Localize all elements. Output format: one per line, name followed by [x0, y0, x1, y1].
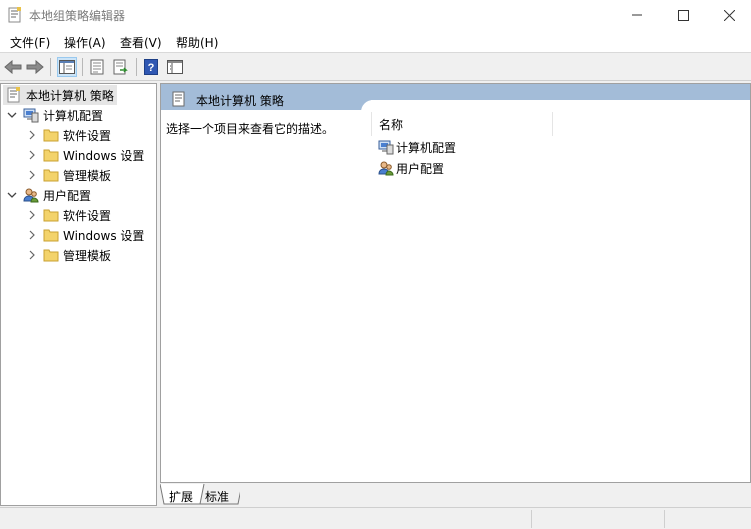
tree-node-label: Windows 设置	[63, 228, 145, 243]
column-divider[interactable]	[552, 112, 553, 136]
tab-extended[interactable]: 扩展	[169, 486, 193, 506]
title-bar: 本地组策略编辑器	[0, 0, 751, 30]
chevron-down-icon[interactable]	[7, 110, 17, 120]
forward-arrow-icon	[26, 60, 44, 74]
folder-icon	[43, 249, 59, 262]
status-divider	[531, 510, 532, 528]
users-icon	[378, 161, 394, 176]
column-divider	[371, 112, 372, 136]
chevron-right-icon[interactable]	[27, 130, 37, 140]
toolbar-separator	[50, 58, 51, 76]
folder-icon	[43, 149, 59, 162]
tree-root-local-policy[interactable]: 本地计算机 策略	[3, 85, 117, 105]
folder-icon	[43, 169, 59, 182]
menu-action[interactable]: 操作(A)	[64, 34, 106, 51]
chevron-down-icon[interactable]	[7, 190, 17, 200]
list-item-user-config[interactable]: 用户配置	[378, 158, 444, 178]
folder-icon	[43, 129, 59, 142]
list-item-label: 用户配置	[396, 161, 445, 176]
properties-icon	[90, 59, 104, 75]
details-pane: 本地计算机 策略 选择一个项目来查看它的描述。 名称 计算机配置 用户配置	[160, 83, 751, 483]
minimize-button[interactable]	[614, 0, 660, 30]
tree-node-label: 软件设置	[63, 208, 112, 223]
show-tree-icon	[59, 60, 75, 74]
tree-node-label: 用户配置	[43, 188, 92, 203]
tab-standard[interactable]: 标准	[205, 486, 229, 506]
console-tree: 本地计算机 策略 计算机配置 软件设置 Windows 设置 管理模板 用户配置…	[0, 83, 157, 506]
close-icon	[723, 9, 735, 21]
export-list-icon	[113, 59, 128, 75]
description-text: 选择一个项目来查看它的描述。	[166, 122, 335, 136]
users-icon	[23, 188, 39, 203]
window-title: 本地组策略编辑器	[29, 9, 126, 23]
tree-node-label: 管理模板	[63, 248, 112, 263]
tree-node-software-settings[interactable]: 软件设置	[27, 125, 111, 145]
status-divider	[664, 510, 665, 528]
menu-help[interactable]: 帮助(H)	[176, 34, 218, 51]
show-hide-tree-button[interactable]	[57, 57, 77, 77]
policy-document-icon	[172, 91, 185, 107]
tree-node-windows-settings[interactable]: Windows 设置	[27, 225, 144, 245]
tree-node-admin-templates[interactable]: 管理模板	[27, 165, 111, 185]
menu-bar: 文件(F) 操作(A) 查看(V) 帮助(H)	[0, 30, 751, 53]
menu-file[interactable]: 文件(F)	[10, 34, 50, 51]
list-item-computer-config[interactable]: 计算机配置	[378, 137, 456, 157]
folder-icon	[43, 209, 59, 222]
close-button[interactable]	[706, 0, 751, 30]
tree-node-windows-settings[interactable]: Windows 设置	[27, 145, 144, 165]
console-icon	[167, 60, 183, 74]
status-bar	[0, 507, 751, 529]
tree-node-label: 软件设置	[63, 128, 112, 143]
export-list-button[interactable]	[111, 57, 131, 77]
tree-node-admin-templates[interactable]: 管理模板	[27, 245, 111, 265]
column-header-name[interactable]: 名称	[379, 116, 403, 133]
tree-node-label: 管理模板	[63, 168, 112, 183]
maximize-icon	[677, 9, 689, 21]
toolbar-separator	[136, 58, 137, 76]
toolbar: ?	[0, 54, 751, 81]
details-header-curve	[361, 100, 391, 112]
help-button[interactable]: ?	[141, 57, 161, 77]
policy-document-icon	[7, 87, 20, 103]
help-icon: ?	[144, 59, 158, 75]
back-button[interactable]	[3, 57, 23, 77]
maximize-button[interactable]	[660, 0, 706, 30]
list-item-label: 计算机配置	[396, 140, 457, 155]
computer-icon	[23, 108, 39, 123]
chevron-right-icon[interactable]	[27, 230, 37, 240]
chevron-right-icon[interactable]	[27, 170, 37, 180]
tree-node-label: 计算机配置	[43, 108, 104, 123]
chevron-right-icon[interactable]	[27, 150, 37, 160]
tree-node-software-settings[interactable]: 软件设置	[27, 205, 111, 225]
policy-document-icon	[8, 7, 21, 23]
toolbar-separator	[82, 58, 83, 76]
computer-icon	[378, 140, 394, 155]
tree-node-user-config[interactable]: 用户配置	[7, 185, 91, 205]
console-button[interactable]	[165, 57, 185, 77]
tree-root-label: 本地计算机 策略	[26, 88, 114, 103]
tree-node-label: Windows 设置	[63, 148, 145, 163]
back-arrow-icon	[4, 60, 22, 74]
tree-node-computer-config[interactable]: 计算机配置	[7, 105, 103, 125]
chevron-right-icon[interactable]	[27, 250, 37, 260]
minimize-icon	[632, 14, 642, 16]
svg-text:?: ?	[148, 62, 155, 74]
forward-button[interactable]	[25, 57, 45, 77]
properties-button[interactable]	[87, 57, 107, 77]
details-header-title: 本地计算机 策略	[196, 94, 284, 108]
folder-icon	[43, 229, 59, 242]
menu-view[interactable]: 查看(V)	[120, 34, 162, 51]
chevron-right-icon[interactable]	[27, 210, 37, 220]
view-tabs: 扩展 标准	[160, 483, 751, 506]
